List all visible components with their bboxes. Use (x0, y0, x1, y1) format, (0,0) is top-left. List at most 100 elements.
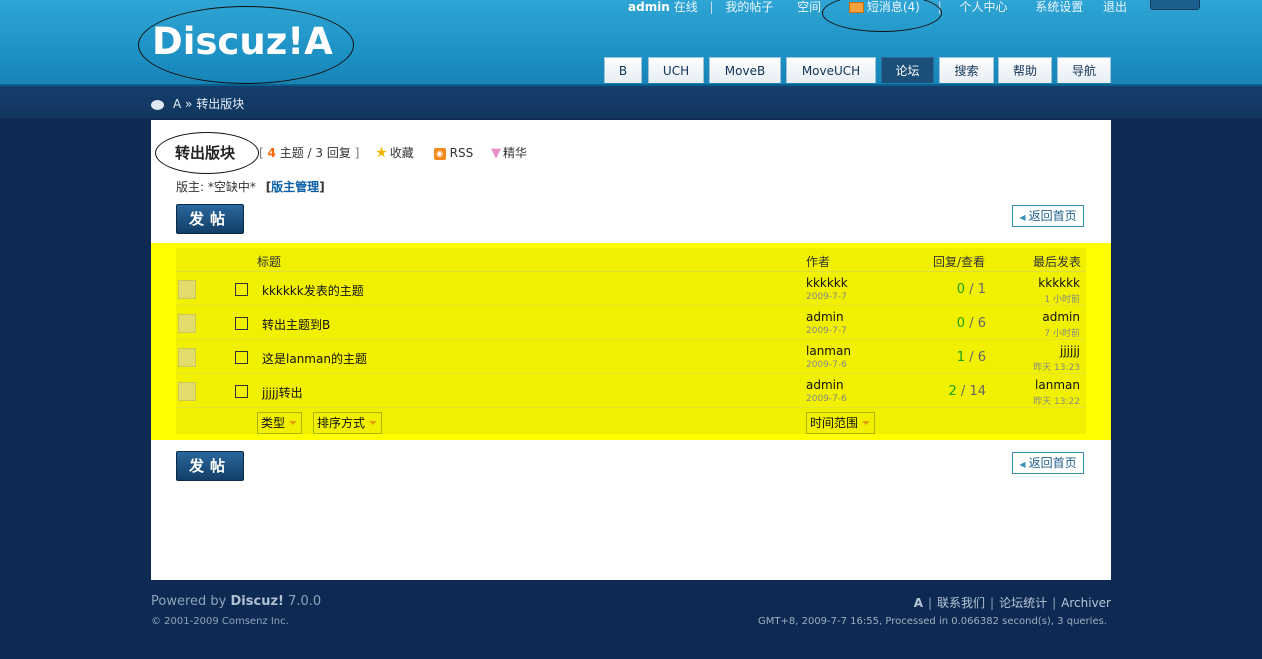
last-post-time: 7 小时前 (1044, 329, 1080, 339)
username-link[interactable]: admin (628, 0, 670, 14)
header-replies-views: 回复/查看 (933, 255, 986, 269)
thread-subject-link[interactable]: jjjjj转出 (262, 384, 303, 401)
tab-moveb[interactable]: MoveB (709, 57, 781, 83)
digest-link[interactable]: 精华 (503, 146, 527, 160)
brand-link[interactable]: Discuz! (231, 594, 284, 609)
author-link[interactable]: admin (806, 310, 844, 324)
my-posts-link[interactable]: 我的帖子 (725, 0, 773, 14)
new-post-button[interactable]: 发帖 (176, 204, 244, 234)
author-link[interactable]: kkkkkk (806, 276, 848, 290)
search-button[interactable] (1150, 0, 1200, 10)
divider: | (1052, 596, 1057, 610)
forum-stats: [ 4 主题 / 3 回复 ] ★ 收藏 ◉ RSS ▼ 精华 (259, 144, 527, 161)
star-icon: ★ (375, 145, 388, 161)
favorite-link[interactable]: 收藏 (390, 146, 414, 160)
sort-label: 排序方式 (317, 416, 366, 430)
divider: | (990, 596, 995, 610)
bracket: [ (259, 146, 264, 160)
post-date: 2009-7-7 (806, 326, 847, 336)
view-count: 1 (977, 282, 986, 297)
reply-count: 0 (956, 316, 966, 331)
reply-count: 3 (315, 146, 324, 160)
sort-select[interactable]: 排序方式 (313, 412, 382, 434)
last-post-time: 昨天 13:22 (1033, 397, 1080, 407)
folder-icon (178, 348, 196, 367)
site-logo[interactable]: Discuz!A (152, 20, 333, 63)
tab-forum[interactable]: 论坛 (881, 57, 934, 83)
table-row: 转出主题到B admin 2009-7-7 0 / 6 admin 7 小时前 (176, 306, 1086, 340)
thread-subject-link[interactable]: kkkkkk发表的主题 (262, 282, 364, 299)
thread-list: 标题 作者 回复/查看 最后发表 kkkkkk发表的主题 kkkkkk 2009… (176, 248, 1086, 434)
thread-checkbox[interactable] (235, 283, 248, 296)
thread-checkbox[interactable] (235, 317, 248, 330)
online-status: 在线 (673, 0, 698, 14)
author-link[interactable]: lanman (806, 344, 851, 358)
folder-icon (178, 382, 196, 401)
thread-checkbox[interactable] (235, 385, 248, 398)
divider: | (927, 596, 933, 610)
stats-link[interactable]: 论坛统计 (999, 596, 1047, 610)
last-poster-link[interactable]: jjjjjj (1060, 344, 1080, 358)
version: 7.0.0 (288, 594, 322, 609)
thread-label: 主题 (279, 146, 304, 160)
time-range-select[interactable]: 时间范围 (806, 412, 875, 434)
contact-link[interactable]: 联系我们 (937, 596, 985, 610)
divider: | (709, 0, 714, 14)
speech-bubble-icon (151, 99, 164, 110)
tab-nav[interactable]: 导航 (1057, 57, 1111, 83)
left-arrow-icon: ◀ (1019, 213, 1026, 222)
moderator-manage-link[interactable]: 版主管理 (271, 180, 319, 194)
breadcrumb: A » 转出版块 (151, 95, 244, 112)
footer-home-link[interactable]: A (914, 596, 923, 610)
back-home-label: 返回首页 (1028, 456, 1077, 470)
breadcrumb-separator: » (185, 97, 193, 111)
copyright: © 2001-2009 Comsenz Inc. (151, 616, 289, 627)
archiver-link[interactable]: Archiver (1061, 596, 1111, 610)
back-home-button[interactable]: ◀ 返回首页 (1012, 205, 1084, 227)
last-poster-link[interactable]: kkkkkk (1038, 276, 1080, 290)
divider: | (783, 0, 787, 14)
reply-view-count: 0 / 1 (956, 282, 986, 297)
profile-link[interactable]: 个人中心 (960, 0, 1008, 14)
reply-view-count: 2 / 14 (948, 384, 986, 399)
view-count: 14 (969, 384, 986, 399)
reply-count: 0 (956, 282, 966, 297)
breadcrumb-current: 转出版块 (196, 97, 245, 111)
header: Discuz!A admin 在线 | 我的帖子 | 空间 | 短消息(4) |… (0, 0, 1262, 86)
logout-link[interactable]: 退出 (1103, 0, 1127, 14)
reply-count: 2 (948, 384, 957, 399)
author-link[interactable]: admin (806, 378, 844, 392)
thread-subject-link[interactable]: 转出主题到B (262, 316, 330, 333)
new-post-button-bottom[interactable]: 发帖 (176, 451, 244, 481)
settings-link[interactable]: 系统设置 (1035, 0, 1083, 14)
rss-link[interactable]: RSS (450, 146, 474, 160)
back-home-button-bottom[interactable]: ◀ 返回首页 (1012, 452, 1084, 474)
header-last-post: 最后发表 (1033, 255, 1082, 269)
tab-b[interactable]: B (604, 57, 642, 83)
breadcrumb-home[interactable]: A (173, 97, 181, 111)
tab-moveuch[interactable]: MoveUCH (786, 57, 876, 83)
footer-links: A | 联系我们 | 论坛统计 | Archiver (914, 594, 1111, 611)
powered-by: Powered by Discuz! 7.0.0 (151, 594, 321, 609)
bracket: ] (319, 180, 325, 194)
rss-icon: ◉ (433, 147, 446, 160)
bracket: ] (354, 146, 360, 160)
header-author: 作者 (806, 255, 831, 269)
messages-annotation-oval (822, 0, 942, 32)
tab-help[interactable]: 帮助 (998, 57, 1052, 83)
last-poster-link[interactable]: admin (1042, 310, 1080, 324)
last-post-time: 1 小时前 (1044, 295, 1080, 305)
tab-uch[interactable]: UCH (648, 57, 704, 83)
thread-subject-link[interactable]: 这是lanman的主题 (262, 350, 367, 367)
table-row: 这是lanman的主题 lanman 2009-7-6 1 / 6 jjjjjj… (176, 340, 1086, 374)
time-range-label: 时间范围 (810, 416, 859, 430)
thread-checkbox[interactable] (235, 351, 248, 364)
view-count: 6 (977, 316, 986, 331)
folder-icon (178, 314, 196, 333)
reply-view-count: 0 / 6 (956, 316, 986, 331)
reply-label: 回复 (326, 146, 351, 160)
type-filter-select[interactable]: 类型 (257, 412, 302, 434)
space-link[interactable]: 空间 (797, 0, 821, 14)
tab-search[interactable]: 搜索 (939, 57, 994, 83)
last-poster-link[interactable]: lanman (1035, 378, 1080, 392)
